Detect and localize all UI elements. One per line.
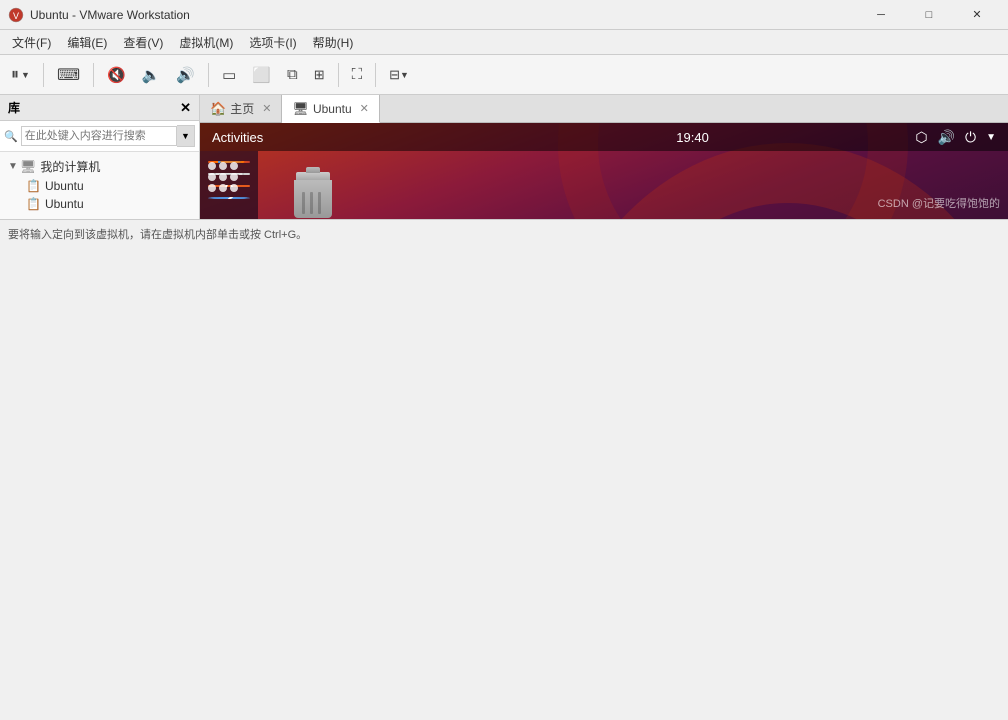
- ubuntu-tab-icon: 🖥: [292, 101, 309, 117]
- work-area: 库 ✕ 🔍 ▼ ▼ 🖥 我的计算机 📋 Ubuntu: [0, 95, 1008, 219]
- tab-home-close[interactable]: ✕: [262, 102, 271, 115]
- minimize-button[interactable]: ─: [858, 0, 904, 30]
- ubuntu-label-2: Ubuntu: [45, 197, 84, 211]
- tree-group-my-computer: ▼ 🖥 我的计算机 📋 Ubuntu 📋 Ubuntu: [4, 156, 195, 213]
- toolbar-dropdown-arrow[interactable]: ▼: [21, 70, 30, 80]
- vm-icon-2: 📋: [26, 197, 41, 211]
- menu-tabs[interactable]: 选项卡(I): [241, 32, 304, 53]
- close-button[interactable]: ✕: [954, 0, 1000, 30]
- sidebar-title: 库: [8, 99, 20, 116]
- tab-ubuntu[interactable]: 🖥 Ubuntu ✕: [282, 95, 379, 123]
- view-auto-button[interactable]: ⊞: [307, 59, 332, 91]
- trash-lines: [302, 192, 321, 214]
- app-icon: V: [8, 7, 24, 23]
- pause-icon: ⏸: [11, 66, 19, 84]
- apps-dot: [219, 162, 227, 170]
- computer-icon: 🖥: [20, 159, 37, 175]
- tab-bar: 🏠 主页 ✕ 🖥 Ubuntu ✕: [200, 95, 1008, 123]
- network-icon[interactable]: ⬡: [915, 129, 927, 146]
- ubuntu-dock: A ?: [200, 151, 258, 219]
- window-controls: ─ □ ✕: [858, 0, 1000, 30]
- tree-item-ubuntu-1[interactable]: 📋 Ubuntu: [20, 177, 195, 195]
- tree-item-ubuntu-2[interactable]: 📋 Ubuntu: [20, 195, 195, 213]
- apps-dot: [208, 173, 216, 181]
- ubuntu-label-1: Ubuntu: [45, 179, 84, 193]
- send-ctrl-alt-del-button[interactable]: ⌨: [50, 59, 87, 91]
- trash-can-image: [294, 172, 332, 218]
- system-tray: ⬡ 🔊 ⏻ ▼: [915, 129, 996, 146]
- search-input[interactable]: [21, 126, 177, 146]
- power-icon[interactable]: ⏻: [965, 129, 976, 146]
- apps-dot: [208, 162, 216, 170]
- trash-lid-handle: [306, 167, 320, 173]
- apps-grid-button[interactable]: [208, 162, 250, 204]
- content-area: 🏠 主页 ✕ 🖥 Ubuntu ✕ Activities 19:40 ⬡ 🔊: [200, 95, 1008, 219]
- menu-help[interactable]: 帮助(H): [305, 32, 362, 53]
- sidebar-header: 库 ✕: [0, 95, 199, 121]
- tab-ubuntu-label: Ubuntu: [313, 102, 352, 116]
- apps-dot: [219, 173, 227, 181]
- apps-dot: [230, 162, 238, 170]
- apps-dot: [230, 184, 238, 192]
- tree-item-my-computer[interactable]: ▼ 🖥 我的计算机: [4, 156, 195, 177]
- vm-icon-1: 📋: [26, 179, 41, 193]
- search-dropdown-button[interactable]: ▼: [177, 125, 195, 147]
- toolbar-separator-5: [375, 63, 376, 87]
- speaker-button[interactable]: 🔊: [169, 59, 202, 91]
- expand-icon: ▼: [8, 161, 18, 172]
- toolbar-separator-2: [93, 63, 94, 87]
- search-icon: 🔍: [4, 130, 18, 143]
- apps-dot: [219, 184, 227, 192]
- home-icon: 🏠: [210, 101, 226, 117]
- statusbar: 要将输入定向到该虚拟机，请在虚拟机内部单击或按 Ctrl+G。: [0, 219, 1008, 247]
- tab-home-label: 主页: [230, 100, 254, 117]
- tree-children: 📋 Ubuntu 📋 Ubuntu: [20, 177, 195, 213]
- mic-button[interactable]: 🔈: [135, 59, 168, 91]
- menu-edit[interactable]: 编辑(E): [59, 32, 115, 53]
- tab-home[interactable]: 🏠 主页 ✕: [200, 95, 282, 122]
- pause-resume-button[interactable]: ⏸ ▼: [4, 59, 37, 91]
- settings-arrow-icon[interactable]: ▼: [986, 132, 996, 143]
- toolbar: ⏸ ▼ ⌨ 🔇 🔈 🔊 ▭ ⬜ ⧉ ⊞ ⛶ ⊟ ▼: [0, 55, 1008, 95]
- view-unity-button[interactable]: ⧉: [280, 59, 305, 91]
- menu-file[interactable]: 文件(F): [4, 32, 59, 53]
- window-title: Ubuntu - VMware Workstation: [30, 8, 858, 22]
- system-clock: 19:40: [676, 130, 709, 145]
- fit-button[interactable]: ⛶: [345, 59, 370, 91]
- sound-button[interactable]: 🔇: [100, 59, 133, 91]
- toolbar-separator-3: [208, 63, 209, 87]
- toolbar-separator-4: [338, 63, 339, 87]
- sidebar-search-bar: 🔍 ▼: [0, 121, 199, 152]
- titlebar: V Ubuntu - VMware Workstation ─ □ ✕: [0, 0, 1008, 30]
- tab-ubuntu-close[interactable]: ✕: [360, 102, 369, 115]
- activities-button[interactable]: Activities: [212, 130, 263, 145]
- watermark: CSDN @记要吃得饱饱的: [878, 195, 1000, 211]
- view-normal-button[interactable]: ▭: [215, 59, 243, 91]
- my-computer-label: 我的计算机: [40, 158, 100, 175]
- sidebar-close-button[interactable]: ✕: [180, 100, 191, 116]
- view-full-button[interactable]: ⬜: [245, 59, 278, 91]
- svg-text:V: V: [13, 11, 19, 21]
- ubuntu-desktop[interactable]: Activities 19:40 ⬡ 🔊 ⏻ ▼: [200, 123, 1008, 219]
- trash-line-2: [310, 192, 313, 214]
- toolbar-separator-1: [43, 63, 44, 87]
- trash-body: [294, 180, 332, 218]
- apps-dot: [230, 173, 238, 181]
- statusbar-text: 要将输入定向到该虚拟机，请在虚拟机内部单击或按 Ctrl+G。: [8, 226, 307, 242]
- apps-dot: [208, 184, 216, 192]
- menubar: 文件(F) 编辑(E) 查看(V) 虚拟机(M) 选项卡(I) 帮助(H): [0, 30, 1008, 55]
- trash-line-3: [318, 192, 321, 214]
- menu-view[interactable]: 查看(V): [115, 32, 171, 53]
- trash-desktop-icon[interactable]: Trash: [290, 168, 336, 219]
- trash-line-1: [302, 192, 305, 214]
- view-options-button[interactable]: ⊟ ▼: [382, 59, 416, 91]
- sound-icon[interactable]: 🔊: [938, 129, 955, 146]
- menu-vm[interactable]: 虚拟机(M): [171, 32, 241, 53]
- sidebar: 库 ✕ 🔍 ▼ ▼ 🖥 我的计算机 📋 Ubuntu: [0, 95, 200, 219]
- vm-tree: ▼ 🖥 我的计算机 📋 Ubuntu 📋 Ubuntu: [0, 152, 199, 219]
- maximize-button[interactable]: □: [906, 0, 952, 30]
- trash-lid: [296, 172, 330, 180]
- ubuntu-topbar: Activities 19:40 ⬡ 🔊 ⏻ ▼: [200, 123, 1008, 151]
